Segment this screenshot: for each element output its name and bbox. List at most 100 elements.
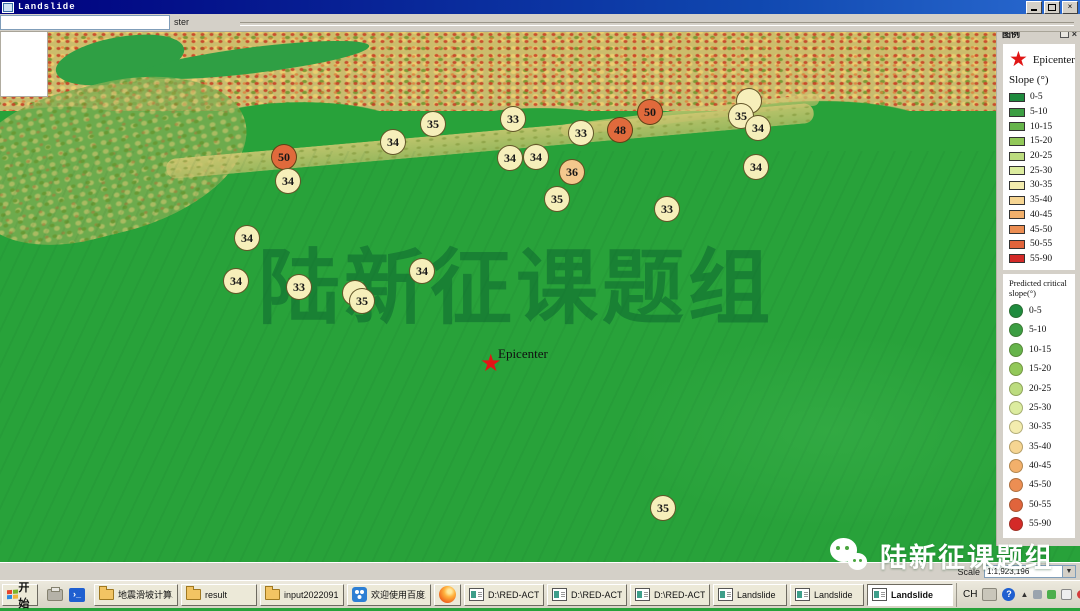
critical-class-label: 55-90 xyxy=(1029,519,1051,529)
taskbar-button[interactable]: Landslide xyxy=(790,584,864,606)
taskbar-button-active[interactable]: Landslide xyxy=(867,584,953,606)
slope-class-label: 25-30 xyxy=(1030,166,1052,176)
taskbar-button[interactable]: D:\RED-ACT\... xyxy=(464,584,544,606)
critical-swatch-circle xyxy=(1009,323,1023,337)
flag-icon[interactable] xyxy=(1061,589,1072,600)
critical-class-label: 0-5 xyxy=(1029,306,1042,316)
critical-class-label: 40-45 xyxy=(1029,461,1051,471)
map-watermark-text: 陆新征课题组 xyxy=(258,221,774,340)
slope-marker[interactable]: 33 xyxy=(286,274,312,300)
slope-marker[interactable]: 50 xyxy=(271,144,297,170)
taskbar-button-label: Landslide xyxy=(814,590,853,600)
critical-class-row: 20-25 xyxy=(1009,379,1072,398)
map-canvas[interactable]: 陆新征课题组 xyxy=(0,31,1080,562)
slope-class-label: 50-55 xyxy=(1030,239,1052,249)
slope-marker[interactable]: 34 xyxy=(380,129,406,155)
console-icon xyxy=(552,588,567,601)
slope-legend-box: ★ Epicenter Slope (°) 0-55-1010-1515-202… xyxy=(1003,44,1075,270)
app-icon xyxy=(2,2,14,13)
slope-class-label: 30-35 xyxy=(1030,180,1052,190)
slope-marker[interactable]: 34 xyxy=(743,154,769,180)
taskbar-button[interactable]: D:\RED-ACT\... xyxy=(630,584,710,606)
slope-class-label: 35-40 xyxy=(1030,195,1052,205)
critical-swatch-circle xyxy=(1009,440,1023,454)
powershell-icon[interactable]: ›_ xyxy=(69,588,85,602)
slope-marker[interactable]: 35 xyxy=(544,186,570,212)
critical-swatch-circle xyxy=(1009,401,1023,415)
taskbar-button-label: D:\RED-ACT\... xyxy=(654,590,705,600)
start-button[interactable]: 开始 xyxy=(2,584,38,606)
slope-class-row: 15-20 xyxy=(1009,134,1072,149)
critical-class-label: 50-55 xyxy=(1029,500,1051,510)
slope-marker[interactable]: 34 xyxy=(745,115,771,141)
critical-class-row: 40-45 xyxy=(1009,456,1072,475)
taskbar-button[interactable]: result xyxy=(181,584,257,606)
critical-class-row: 35-40 xyxy=(1009,437,1072,456)
critical-class-label: 35-40 xyxy=(1029,442,1051,452)
slope-marker[interactable]: 34 xyxy=(409,258,435,284)
slope-marker[interactable]: 34 xyxy=(497,145,523,171)
slope-swatch xyxy=(1009,137,1025,146)
light-terrain-patch xyxy=(620,331,1040,531)
slope-marker[interactable]: 33 xyxy=(568,120,594,146)
slope-class-label: 5-10 xyxy=(1030,107,1047,117)
restore-button[interactable] xyxy=(1044,1,1060,14)
slope-marker[interactable]: 35 xyxy=(349,288,375,314)
slope-swatch xyxy=(1009,240,1025,249)
critical-swatch-circle xyxy=(1009,304,1023,318)
slope-class-row: 20-25 xyxy=(1009,149,1072,164)
slope-swatch xyxy=(1009,225,1025,234)
slope-marker[interactable]: 34 xyxy=(275,168,301,194)
critical-class-label: 30-35 xyxy=(1029,422,1051,432)
folder-icon xyxy=(265,589,280,600)
critical-class-row: 5-10 xyxy=(1009,321,1072,340)
close-button[interactable]: × xyxy=(1062,1,1078,14)
tray-app-icon[interactable] xyxy=(1047,590,1056,599)
critical-class-row: 50-55 xyxy=(1009,495,1072,514)
ime-indicator[interactable]: CH xyxy=(963,589,977,600)
slope-marker[interactable]: 48 xyxy=(607,117,633,143)
slope-marker[interactable]: 34 xyxy=(234,225,260,251)
critical-swatch-circle xyxy=(1009,362,1023,376)
critical-swatch-circle xyxy=(1009,498,1023,512)
slope-class-row: 10-15 xyxy=(1009,119,1072,134)
slope-marker[interactable]: 36 xyxy=(559,159,585,185)
slope-swatch xyxy=(1009,93,1025,102)
layer-combobox[interactable] xyxy=(0,15,170,30)
slope-marker[interactable]: 33 xyxy=(654,196,680,222)
toolbar-divider xyxy=(240,22,1074,26)
taskbar-button[interactable]: 欢迎使用百度... xyxy=(347,584,431,606)
keyboard-icon[interactable] xyxy=(982,588,997,601)
slope-marker[interactable]: 34 xyxy=(523,144,549,170)
slope-class-label: 40-45 xyxy=(1030,210,1052,220)
window-title: Landslide xyxy=(18,2,76,12)
chevron-up-icon[interactable]: ▲ xyxy=(1020,590,1028,599)
slope-marker[interactable]: 50 xyxy=(637,99,663,125)
critical-class-row: 30-35 xyxy=(1009,418,1072,437)
printer-icon[interactable] xyxy=(47,589,63,601)
taskbar-button[interactable]: D:\RED-ACT\... xyxy=(547,584,627,606)
quick-launch: ›_ xyxy=(41,588,91,602)
console-icon xyxy=(718,588,733,601)
tray-app-icon[interactable] xyxy=(1033,590,1042,599)
slope-class-label: 10-15 xyxy=(1030,122,1052,132)
slope-marker[interactable]: 33 xyxy=(500,106,526,132)
legend-panel: 图例 × ★ Epicenter Slope (°) 0-55-1010-151… xyxy=(996,26,1080,546)
slope-marker[interactable]: 35 xyxy=(650,495,676,521)
taskbar-button[interactable]: Landslide xyxy=(713,584,787,606)
critical-class-label: 45-50 xyxy=(1029,480,1051,490)
taskbar-button[interactable]: input2022091... xyxy=(260,584,344,606)
slope-marker[interactable]: 35 xyxy=(420,111,446,137)
taskbar-button[interactable] xyxy=(434,584,461,606)
taskbar-button[interactable]: 地震滑坡计算... xyxy=(94,584,178,606)
minimize-button[interactable] xyxy=(1026,1,1042,14)
critical-swatch-circle xyxy=(1009,459,1023,473)
slope-marker[interactable]: 34 xyxy=(223,268,249,294)
help-icon[interactable]: ? xyxy=(1002,588,1015,601)
critical-class-row: 55-90 xyxy=(1009,515,1072,534)
slope-swatch xyxy=(1009,152,1025,161)
slope-class-row: 25-30 xyxy=(1009,163,1072,178)
slope-class-label: 20-25 xyxy=(1030,151,1052,161)
slope-class-row: 55-90 xyxy=(1009,252,1072,267)
slope-class-label: 15-20 xyxy=(1030,136,1052,146)
